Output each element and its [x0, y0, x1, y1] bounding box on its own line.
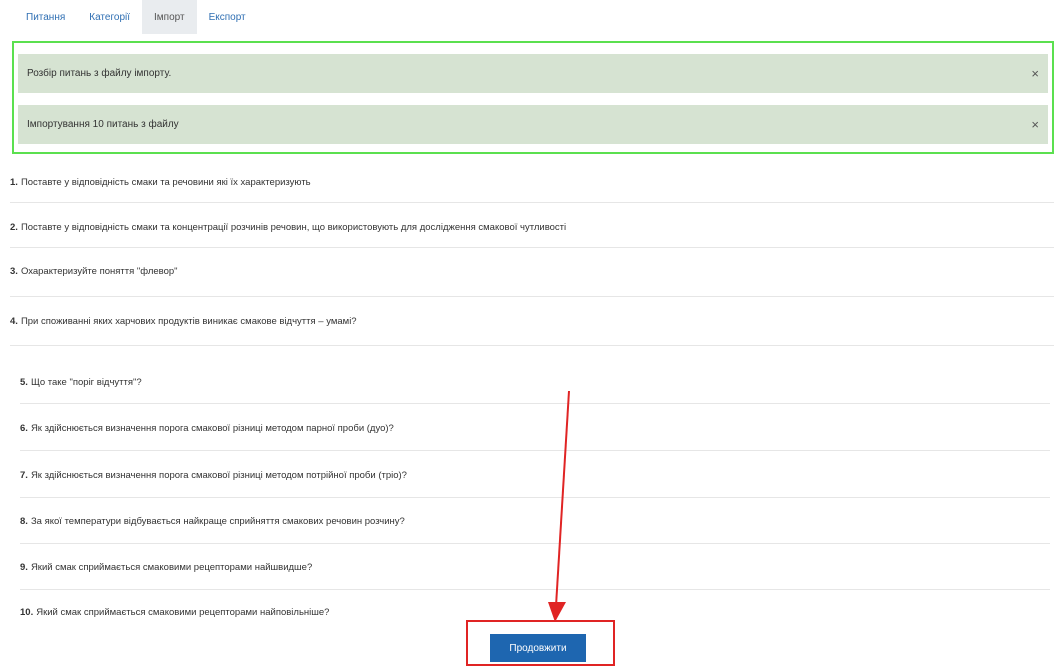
annotation-arrow: [548, 390, 570, 622]
arrow-shaft: [555, 390, 570, 607]
arrow-head: [548, 602, 566, 622]
continue-button-highlight: Продовжити: [466, 620, 615, 666]
continue-button[interactable]: Продовжити: [490, 634, 586, 662]
